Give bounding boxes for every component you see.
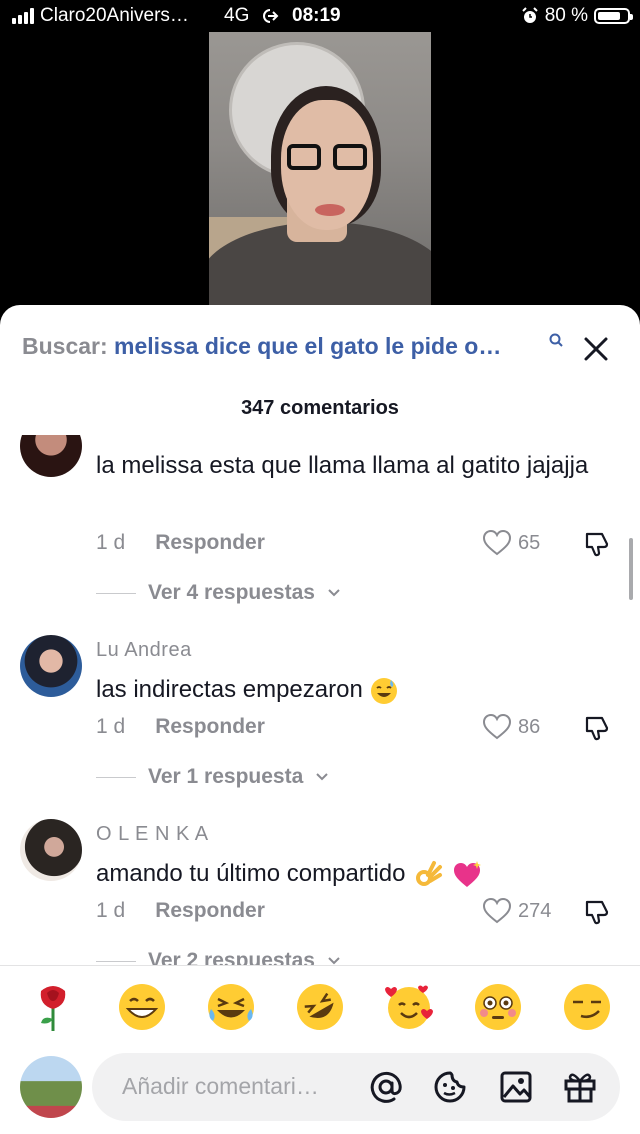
comment-username[interactable]: Lu Andrea: [96, 639, 192, 662]
chevron-down-icon: [316, 773, 328, 781]
sweat-smile-emoji-icon: [371, 677, 398, 704]
search-icon[interactable]: [548, 332, 564, 348]
view-replies[interactable]: Ver 4 respuestas: [96, 581, 341, 605]
comment-meta: 1 d Responder: [96, 899, 265, 923]
gift-icon[interactable]: [562, 1069, 598, 1105]
avatar[interactable]: [20, 635, 82, 697]
view-replies-label: Ver 4 respuestas: [148, 581, 315, 604]
quick-emoji-row: [0, 975, 640, 1039]
reply-button[interactable]: Responder: [155, 899, 265, 922]
scrollbar[interactable]: [629, 538, 633, 600]
carrier-name: Claro20Anivers…: [40, 5, 189, 26]
status-bar: Claro20Anivers… 4G 08:19 80 %: [0, 0, 640, 32]
battery-icon: [594, 8, 633, 24]
avatar[interactable]: [20, 819, 82, 881]
alarm-icon: [521, 7, 538, 23]
flushed-emoji-icon[interactable]: [472, 981, 524, 1033]
search-suggestion[interactable]: Buscar: melissa dice que el gato le pide…: [22, 333, 501, 360]
comment-age: 1 d: [96, 715, 126, 738]
comment-meta: 1 d Responder: [96, 715, 265, 739]
heart-icon: [482, 529, 512, 556]
comment-input-placeholder: Añadir comentari…: [122, 1073, 319, 1099]
view-replies-label: Ver 2 respuestas: [148, 949, 315, 965]
avatar[interactable]: [20, 435, 82, 477]
comments-sheet: Buscar: melissa dice que el gato le pide…: [0, 305, 640, 1134]
comment-text: las indirectas empezaron: [96, 672, 596, 707]
comment-input[interactable]: Añadir comentari…: [92, 1053, 620, 1121]
heart-icon: [482, 713, 512, 740]
close-button[interactable]: [580, 333, 612, 365]
like-count: 274: [518, 899, 552, 922]
comment-age: 1 d: [96, 899, 126, 922]
battery-percent: 80 %: [544, 5, 588, 26]
network-type: 4G: [224, 5, 250, 26]
ok-hand-emoji-icon: [416, 860, 443, 886]
divider-line: [96, 776, 136, 778]
like-button[interactable]: 65: [482, 529, 540, 557]
comment-text-content: amando tu último compartido: [96, 860, 406, 887]
comment-text: amando tu último compartido: [96, 856, 596, 891]
grin-emoji-icon[interactable]: [116, 981, 168, 1033]
dislike-icon[interactable]: [582, 529, 612, 559]
emoji-divider: [0, 965, 640, 966]
view-replies[interactable]: Ver 2 respuestas: [96, 949, 341, 965]
divider-line: [96, 592, 136, 594]
video-glasses: [287, 144, 371, 174]
divider-line: [96, 960, 136, 962]
like-count: 86: [518, 715, 541, 738]
reply-button[interactable]: Responder: [155, 715, 265, 738]
rose-emoji-icon[interactable]: [27, 981, 79, 1033]
call-forward-icon: [263, 9, 279, 23]
like-button[interactable]: 274: [482, 897, 551, 925]
sparkling-heart-emoji-icon: [453, 860, 481, 887]
search-label: Buscar:: [22, 333, 108, 359]
comment-meta: 1 d Responder: [96, 531, 265, 555]
rofl-emoji-icon[interactable]: [294, 981, 346, 1033]
image-icon[interactable]: [498, 1069, 534, 1105]
emoji-picker-icon[interactable]: [432, 1069, 468, 1105]
comment-age: 1 d: [96, 531, 126, 554]
dislike-icon[interactable]: [582, 713, 612, 743]
comment-count: 347 comentarios: [241, 397, 399, 419]
heart-icon: [482, 897, 512, 924]
like-button[interactable]: 86: [482, 713, 540, 741]
reply-button[interactable]: Responder: [155, 531, 265, 554]
chevron-down-icon: [328, 957, 340, 965]
mention-icon[interactable]: [368, 1069, 404, 1105]
video-preview[interactable]: [209, 32, 431, 312]
smirk-emoji-icon[interactable]: [561, 981, 613, 1033]
comment-text: la melissa esta que llama llama al gatit…: [96, 452, 589, 479]
video-lips: [315, 204, 345, 216]
like-count: 65: [518, 531, 541, 554]
comment-text-content: las indirectas empezaron: [96, 676, 363, 703]
my-avatar[interactable]: [20, 1056, 82, 1118]
smiling-hearts-emoji-icon[interactable]: [383, 981, 435, 1033]
view-replies[interactable]: Ver 1 respuesta: [96, 765, 329, 789]
clock: 08:19: [292, 5, 341, 26]
signal-icon: [12, 8, 34, 24]
search-query[interactable]: melissa dice que el gato le pide o…: [114, 333, 501, 359]
comment-username[interactable]: O L E N K A: [96, 823, 209, 846]
chevron-down-icon: [328, 589, 340, 597]
comment-list: la melissa esta que llama llama al gatit…: [0, 435, 640, 965]
joy-emoji-icon[interactable]: [205, 981, 257, 1033]
dislike-icon[interactable]: [582, 897, 612, 927]
comment-input-bar: Añadir comentari…: [0, 1053, 640, 1127]
view-replies-label: Ver 1 respuesta: [148, 765, 304, 788]
